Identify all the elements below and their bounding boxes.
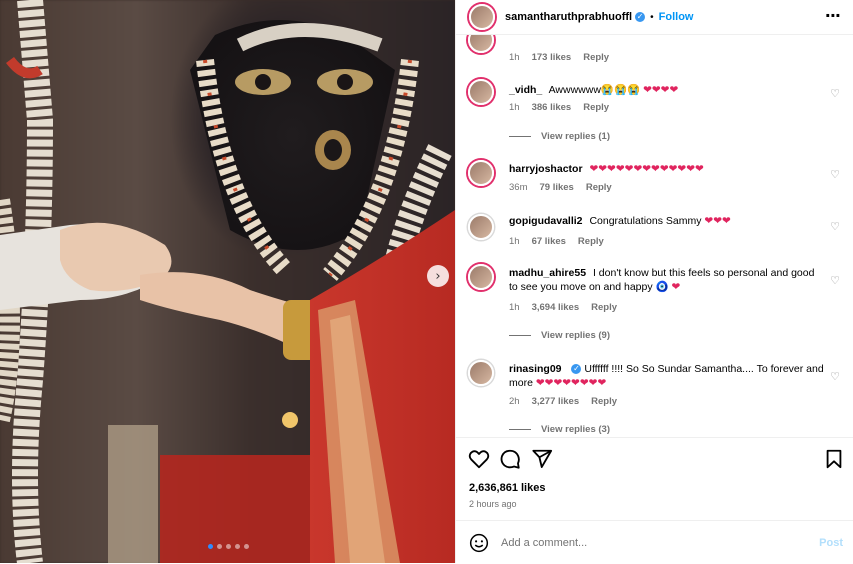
comment-text: Awwwwww😭😭😭 bbox=[548, 84, 641, 96]
view-replies-button[interactable]: View replies (1) bbox=[509, 131, 610, 142]
post-header: samantharuthprabhuoffl ✓ • Follow ··· bbox=[456, 0, 853, 35]
view-replies-label: View replies (3) bbox=[541, 424, 610, 435]
comment-meta: 1h 386 likes Reply bbox=[509, 102, 609, 113]
post-panel: samantharuthprabhuoffl ✓ • Follow ··· 1h… bbox=[455, 0, 853, 563]
comment-time: 1h bbox=[509, 102, 520, 113]
carousel-dot bbox=[244, 544, 249, 549]
comment-emoji: ❤❤❤❤ bbox=[643, 84, 679, 96]
carousel-dot bbox=[226, 544, 231, 549]
comment-meta: 2h 3,277 likes Reply bbox=[509, 396, 617, 407]
carousel-dot bbox=[235, 544, 240, 549]
comment-time: 1h bbox=[509, 52, 520, 63]
comment-emoji: ❤❤❤ bbox=[704, 215, 731, 227]
comment-time: 1h bbox=[509, 236, 520, 247]
comment-likes[interactable]: 3,694 likes bbox=[532, 302, 580, 313]
add-comment-bar: Add a comment... Post bbox=[456, 520, 853, 564]
comment-body: harryjoshactor ❤❤❤❤❤❤❤❤❤❤❤❤❤ bbox=[509, 162, 825, 176]
comment-likes[interactable]: 79 likes bbox=[539, 182, 573, 193]
author-username[interactable]: samantharuthprabhuoffl bbox=[505, 11, 632, 23]
divider bbox=[509, 335, 531, 336]
like-comment-icon[interactable]: ♡ bbox=[830, 274, 840, 287]
comment-likes[interactable]: 173 likes bbox=[532, 52, 572, 63]
comment-meta: 36m 79 likes Reply bbox=[509, 182, 612, 193]
verified-badge-icon: ✓ bbox=[571, 364, 582, 375]
reply-button[interactable]: Reply bbox=[583, 52, 609, 63]
comment-body: madhu_ahire55 I don't know but this feel… bbox=[509, 266, 825, 294]
wedding-photo bbox=[0, 0, 455, 563]
divider bbox=[509, 429, 531, 430]
commenter-avatar[interactable] bbox=[468, 360, 494, 386]
commenter-username[interactable]: madhu_ahire55 bbox=[509, 267, 586, 279]
comment-likes[interactable]: 3,277 likes bbox=[532, 396, 580, 407]
comment-meta: 1h 67 likes Reply bbox=[509, 236, 604, 247]
commenter-avatar[interactable] bbox=[468, 160, 494, 186]
comment-emoji: ❤ bbox=[671, 281, 681, 293]
commenter-avatar[interactable] bbox=[468, 79, 494, 105]
comment-body: gopigudavalli2 Congratulations Sammy ❤❤❤ bbox=[509, 214, 825, 228]
comment-likes[interactable]: 67 likes bbox=[532, 236, 566, 247]
post-actions: 2,636,861 likes 2 hours ago bbox=[456, 437, 853, 521]
save-bookmark-icon[interactable] bbox=[823, 448, 845, 470]
comment-time: 1h bbox=[509, 302, 520, 313]
comment-emoji: ❤❤❤❤❤❤❤❤ bbox=[535, 377, 607, 389]
like-heart-icon[interactable] bbox=[468, 448, 490, 470]
like-comment-icon[interactable]: ♡ bbox=[830, 168, 840, 181]
emoji-smile-icon[interactable] bbox=[469, 533, 489, 553]
comment-body: rinasing09 ✓ Uffffff !!!! So So Sundar S… bbox=[509, 362, 825, 390]
comment-meta: 1h 173 likes Reply bbox=[509, 52, 609, 63]
comment-time: 2h bbox=[509, 396, 520, 407]
view-replies-button[interactable]: View replies (9) bbox=[509, 330, 610, 341]
reply-button[interactable]: Reply bbox=[586, 182, 612, 193]
commenter-username[interactable]: _vidh_ bbox=[509, 84, 542, 96]
reply-button[interactable]: Reply bbox=[591, 302, 617, 313]
commenter-username[interactable]: rinasing09 bbox=[509, 363, 562, 375]
follow-button[interactable]: Follow bbox=[659, 11, 694, 23]
post-comment-button[interactable]: Post bbox=[819, 537, 843, 549]
carousel-next-button[interactable]: › bbox=[427, 265, 449, 287]
view-replies-button[interactable]: View replies (3) bbox=[509, 424, 610, 435]
post-time: 2 hours ago bbox=[469, 499, 517, 509]
carousel-dot bbox=[208, 544, 213, 549]
comment-emoji: ❤❤❤❤❤❤❤❤❤❤❤❤❤ bbox=[589, 163, 704, 175]
comment-bubble-icon[interactable] bbox=[499, 448, 521, 470]
comments-list[interactable]: 1h 173 likes Reply ♡ _vidh_ Awwwwww😭😭😭 ❤… bbox=[456, 34, 853, 437]
chevron-right-icon: › bbox=[435, 268, 441, 284]
comment-time: 36m bbox=[509, 182, 528, 193]
share-send-icon[interactable] bbox=[531, 448, 553, 470]
comment-likes[interactable]: 386 likes bbox=[532, 102, 572, 113]
more-options-icon[interactable]: ··· bbox=[825, 8, 841, 24]
reply-button[interactable]: Reply bbox=[578, 236, 604, 247]
comment-body: _vidh_ Awwwwww😭😭😭 ❤❤❤❤ bbox=[509, 83, 825, 97]
carousel-dot bbox=[217, 544, 222, 549]
reply-button[interactable]: Reply bbox=[583, 102, 609, 113]
divider bbox=[509, 136, 531, 137]
view-replies-label: View replies (9) bbox=[541, 330, 610, 341]
separator: • bbox=[650, 11, 654, 23]
like-comment-icon[interactable]: ♡ bbox=[830, 220, 840, 233]
add-comment-input[interactable]: Add a comment... bbox=[501, 537, 819, 549]
verified-badge-icon: ✓ bbox=[635, 12, 646, 22]
like-comment-icon[interactable]: ♡ bbox=[830, 87, 840, 100]
author-avatar[interactable] bbox=[469, 4, 495, 30]
like-count[interactable]: 2,636,861 likes bbox=[469, 482, 545, 494]
carousel-indicator bbox=[208, 544, 249, 549]
reply-button[interactable]: Reply bbox=[591, 396, 617, 407]
commenter-avatar[interactable] bbox=[468, 214, 494, 240]
commenter-username[interactable]: harryjoshactor bbox=[509, 163, 583, 175]
commenter-username[interactable]: gopigudavalli2 bbox=[509, 215, 583, 227]
comment-text: Congratulations Sammy bbox=[589, 215, 702, 227]
comment-meta: 1h 3,694 likes Reply bbox=[509, 302, 617, 313]
like-comment-icon[interactable]: ♡ bbox=[830, 370, 840, 383]
post-image[interactable]: › bbox=[0, 0, 455, 563]
commenter-avatar[interactable] bbox=[468, 34, 494, 53]
view-replies-label: View replies (1) bbox=[541, 131, 610, 142]
commenter-avatar[interactable] bbox=[468, 264, 494, 290]
